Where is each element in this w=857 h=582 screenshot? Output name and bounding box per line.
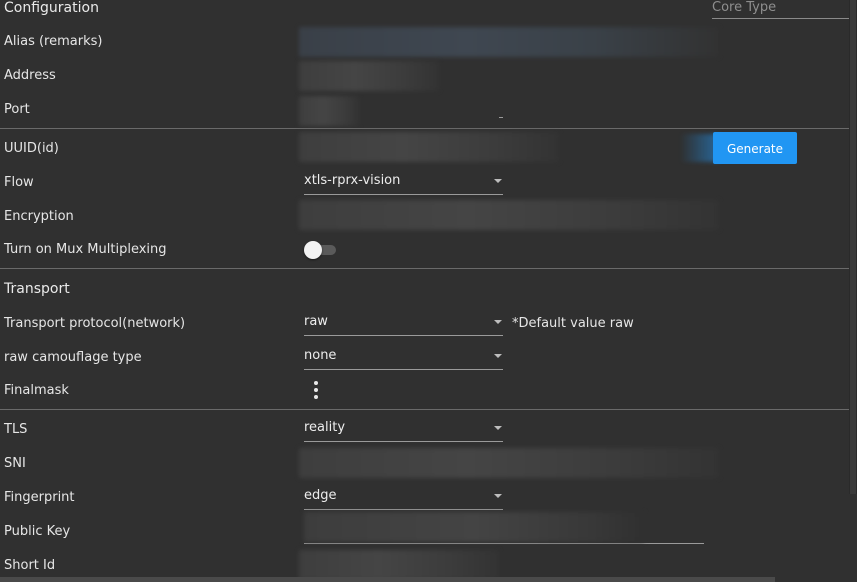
mux-label: Turn on Mux Multiplexing <box>4 242 167 257</box>
toggle-thumb <box>304 241 322 259</box>
transport-default-note: *Default value raw <box>512 316 634 331</box>
dropdown-arrow-icon <box>494 320 502 324</box>
camouflage-type-label: raw camouflage type <box>4 350 142 365</box>
transport-section-title: Transport <box>4 281 70 297</box>
flow-select-value: xtls-rprx-vision <box>304 173 401 188</box>
scrollbar-thumb[interactable] <box>850 0 856 494</box>
configuration-section-title: Configuration <box>4 0 99 16</box>
sni-label: SNI <box>4 456 26 471</box>
encryption-label: Encryption <box>4 209 74 224</box>
vertical-scrollbar[interactable] <box>849 0 857 494</box>
tls-select-value: reality <box>304 420 346 435</box>
address-label: Address <box>4 68 56 83</box>
mux-toggle[interactable] <box>304 241 336 259</box>
dropdown-arrow-icon <box>494 494 502 498</box>
fingerprint-label: Fingerprint <box>4 490 75 505</box>
transport-protocol-label: Transport protocol(network) <box>4 316 186 331</box>
short-id-input[interactable] <box>299 550 499 580</box>
fingerprint-select[interactable]: edge <box>304 485 503 510</box>
tls-select[interactable]: reality <box>304 417 503 442</box>
more-options-icon[interactable] <box>310 381 322 399</box>
finalmask-label: Finalmask <box>4 383 69 398</box>
public-key-label: Public Key <box>4 524 71 539</box>
public-key-value-blurred <box>304 512 644 542</box>
camouflage-type-value: none <box>304 348 337 363</box>
port-label: Port <box>4 102 30 117</box>
server-config-form: Configuration Core Type Alias (remarks) … <box>0 0 857 582</box>
dropdown-arrow-icon <box>494 354 502 358</box>
camouflage-type-select[interactable]: none <box>304 345 503 370</box>
alias-input[interactable] <box>299 27 719 57</box>
flow-select[interactable]: xtls-rprx-vision <box>304 170 503 195</box>
alias-label: Alias (remarks) <box>4 34 103 49</box>
uuid-label: UUID(id) <box>4 141 59 156</box>
dropdown-arrow-icon <box>494 426 502 430</box>
transport-protocol-select[interactable]: raw <box>304 311 503 336</box>
transport-protocol-value: raw <box>304 314 328 329</box>
divider <box>0 268 857 269</box>
generate-button[interactable]: Generate <box>713 132 797 164</box>
sni-input[interactable] <box>299 448 719 478</box>
short-id-label: Short Id <box>4 558 56 573</box>
uuid-input[interactable] <box>299 132 559 162</box>
divider <box>0 128 857 129</box>
horizontal-scrollbar[interactable] <box>0 577 775 582</box>
port-input[interactable] <box>299 96 359 126</box>
public-key-input[interactable] <box>304 512 704 544</box>
encryption-input[interactable] <box>299 200 719 230</box>
fingerprint-select-value: edge <box>304 488 337 503</box>
port-field-underline <box>499 117 503 118</box>
core-type-input[interactable]: Core Type <box>712 0 850 19</box>
flow-label: Flow <box>4 175 34 190</box>
tls-label: TLS <box>4 422 28 437</box>
divider <box>0 409 857 410</box>
dropdown-arrow-icon <box>494 179 502 183</box>
address-input[interactable] <box>299 61 439 91</box>
